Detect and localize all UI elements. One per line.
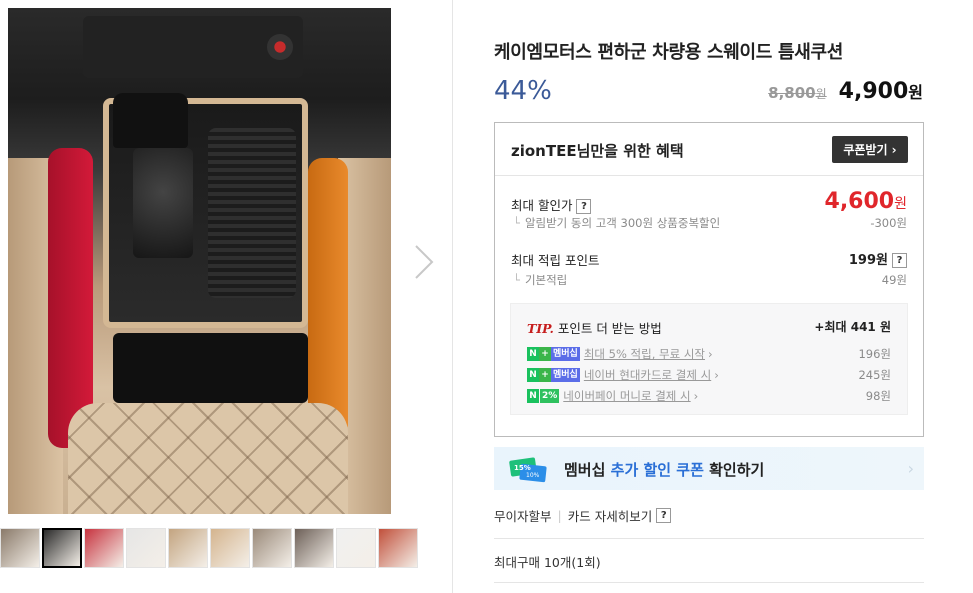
installment-link[interactable]: 무이자할부 [494, 506, 552, 525]
thumbnail-3[interactable] [84, 528, 124, 568]
payment-links: 무이자할부 | 카드 자세히보기 ? [494, 506, 672, 525]
max-discount-row: 최대 할인가? [511, 195, 592, 214]
max-discount-price: 4,600원 [824, 189, 907, 214]
get-coupon-button[interactable]: 쿠폰받기 › [832, 136, 908, 163]
photo-cushion-red [48, 148, 93, 448]
thumbnail-image [295, 529, 333, 567]
photo-armrest [68, 403, 348, 514]
percent-badge: 2% [540, 389, 560, 403]
thumbnail-7[interactable] [252, 528, 292, 568]
purchase-limit: 최대구매 10개(1회) [494, 555, 601, 570]
svg-text:15%: 15% [514, 464, 531, 472]
thumbnail-image [44, 530, 80, 566]
tip-row-membership[interactable]: N + 멤버십 최대 5% 적립, 무료 시작 › [527, 346, 713, 362]
discount-rate: 44% [494, 76, 552, 106]
thumbnail-8[interactable] [294, 528, 334, 568]
thumbnail-image [211, 529, 249, 567]
divider [494, 582, 924, 583]
card-detail-link[interactable]: 카드 자세히보기 [568, 506, 652, 525]
product-info: 케이엠모터스 편하군 차량용 스웨이드 틈새쿠션 44% 8,800원 4,90… [454, 0, 973, 593]
naver-n-icon: N [527, 347, 539, 361]
naver-n-icon: N [527, 389, 539, 403]
membership-badge: 멤버십 [551, 368, 580, 382]
tip-row-naverpay-money[interactable]: N 2% 네이버페이 머니로 결제 시 › [527, 388, 698, 404]
point-tip-box: TIP. 포인트 더 받는 방법 +최대 441 원 N + 멤버십 최대 5% 적립… [510, 303, 908, 415]
price-block: 8,800원 4,900원 [768, 79, 923, 104]
card-help-icon[interactable]: ? [656, 508, 672, 523]
thumbnail-5[interactable] [168, 528, 208, 568]
thumbnail-image [337, 529, 375, 567]
chevron-right-icon: › [907, 459, 914, 478]
max-point-value: 199원? [849, 249, 907, 268]
thumbnail-image [1, 529, 39, 567]
max-point-help-icon[interactable]: ? [892, 253, 907, 268]
basic-point-label: └ 기본적립 [513, 273, 568, 287]
product-gallery [0, 0, 453, 593]
thumbnail-2[interactable] [42, 528, 82, 568]
svg-text:10%: 10% [526, 472, 540, 479]
max-point-label: 최대 적립 포인트 [511, 253, 600, 268]
divider [494, 538, 924, 539]
sale-price: 4,900원 [838, 79, 923, 104]
thumbnail-image [379, 529, 417, 567]
benefit-title: zionTEE님만을 위한 혜택 [511, 142, 684, 160]
next-image-arrow-icon[interactable] [410, 242, 438, 282]
benefit-box: zionTEE님만을 위한 혜택 쿠폰받기 › 최대 할인가? 4,600원 └… [494, 122, 924, 437]
photo-dashboard [83, 16, 303, 78]
max-discount-help-icon[interactable]: ? [576, 199, 592, 214]
membership-badge: 멤버십 [551, 347, 580, 361]
max-discount-sub: └ 알림받기 동의 고객 300원 상품중복할인 [513, 216, 721, 230]
photo-console-lid [208, 128, 296, 298]
tip-row-naverpay-money-value: 98원 [865, 389, 891, 403]
plus-icon: + [539, 368, 551, 382]
tip-max-points: +최대 441 원 [814, 320, 891, 334]
benefit-header: zionTEE님만을 위한 혜택 쿠폰받기 › [495, 123, 923, 176]
membership-banner-text: 멤버십 추가 할인 쿠폰 확인하기 [564, 461, 765, 479]
photo-shifter [113, 93, 188, 148]
thumbnail-4[interactable] [126, 528, 166, 568]
tip-row-hyundai-card[interactable]: N + 멤버십 네이버 현대카드로 결제 시 › [527, 367, 719, 383]
coupon-icon: 15% 10% [509, 457, 547, 483]
membership-coupon-banner[interactable]: 15% 10% 멤버십 추가 할인 쿠폰 확인하기 › [494, 447, 924, 490]
thumbnail-9[interactable] [336, 528, 376, 568]
product-title: 케이엠모터스 편하군 차량용 스웨이드 틈새쿠션 [494, 42, 844, 63]
thumbnail-image [127, 529, 165, 567]
max-discount-sub-value: -300원 [870, 216, 907, 230]
thumbnail-image [253, 529, 291, 567]
main-product-image[interactable] [8, 8, 391, 514]
plus-icon: + [539, 347, 551, 361]
thumbnail-image [85, 529, 123, 567]
thumbnail-10[interactable] [378, 528, 418, 568]
thumbnail-6[interactable] [210, 528, 250, 568]
original-price: 8,800원 [768, 84, 827, 102]
naver-n-icon: N [527, 368, 539, 382]
photo-shift-boot [133, 148, 193, 258]
tip-row-membership-value: 196원 [858, 347, 891, 361]
tip-row-hyundai-card-value: 245원 [858, 368, 891, 382]
thumbnail-strip [0, 528, 453, 572]
photo-cushion-orange [308, 158, 348, 438]
thumbnail-1[interactable] [0, 528, 40, 568]
photo-tray [113, 333, 308, 403]
thumbnail-image [169, 529, 207, 567]
tip-title: TIP. 포인트 더 받는 방법 [527, 321, 662, 336]
basic-point-value: 49원 [881, 273, 907, 287]
